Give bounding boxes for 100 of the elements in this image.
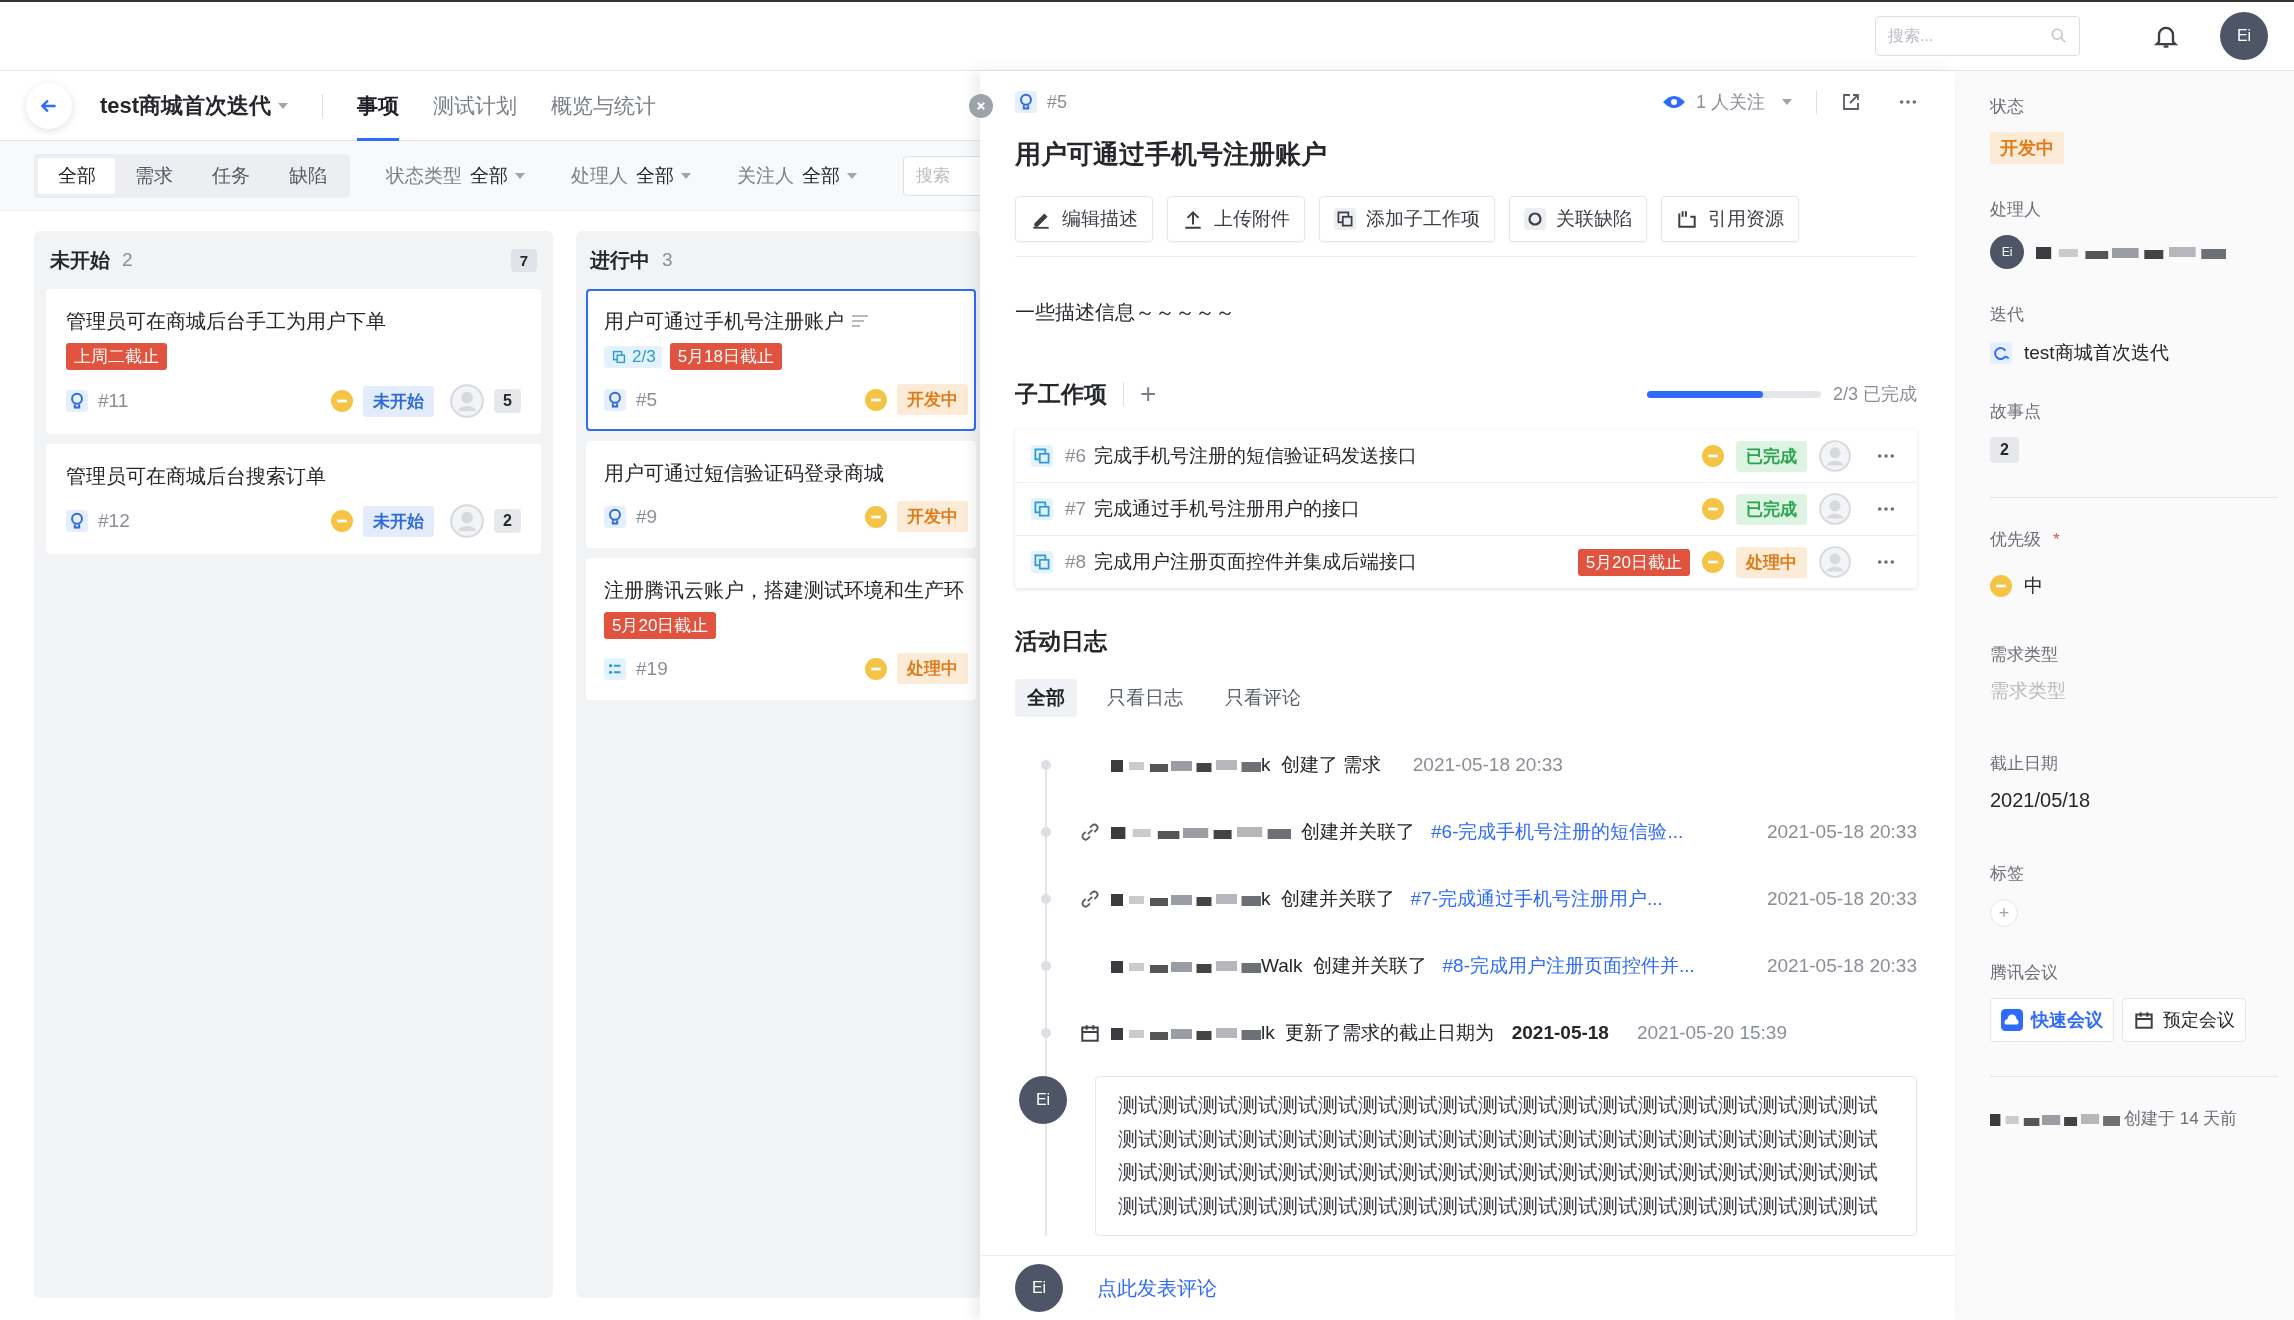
task-card[interactable]: 用户可通过手机号注册账户 2/3 5月18日截止 #5 开发中 xyxy=(586,289,976,431)
priority-icon xyxy=(331,390,354,412)
priority-icon xyxy=(1702,551,1724,573)
iteration-link[interactable]: test商城首次迭代 xyxy=(2024,340,2169,366)
task-card[interactable]: 注册腾讯云账户，搭建测试环境和生产环 5月20日截止 #19 处理中 xyxy=(586,558,976,700)
priority-icon xyxy=(1702,445,1724,467)
search-field[interactable]: 搜索... xyxy=(1875,16,2080,56)
field-label: 标签 xyxy=(1990,863,2024,885)
lightbulb-icon xyxy=(1015,91,1037,113)
card-title: 管理员可在商城后台手工为用户下单 xyxy=(66,309,386,334)
subtask-row[interactable]: #7 完成通过手机号注册用户的接口 已完成 xyxy=(1015,483,1917,536)
timestamp: 2021-05-18 20:33 xyxy=(1767,820,1917,843)
timestamp: 2021-05-18 20:33 xyxy=(1767,887,1917,910)
subtask-title: 完成用户注册页面控件并集成后端接口 xyxy=(1094,550,1418,574)
deadline-tag: 上周二截止 xyxy=(66,343,167,370)
action-button[interactable]: 添加子工作项 xyxy=(1319,196,1495,242)
iteration-icon xyxy=(1990,342,2012,364)
user-avatar[interactable]: Ei xyxy=(2220,12,2268,60)
status-tag: 处理中 xyxy=(1736,546,1807,578)
type-field[interactable]: 需求类型 xyxy=(1990,680,2190,702)
filter-label: 关注人 xyxy=(737,163,794,188)
user-name: k xyxy=(1261,887,1271,910)
subtask-row[interactable]: #8 完成用户注册页面控件并集成后端接口 5月20日截止 处理中 xyxy=(1015,536,1917,588)
item-title: 用户可通过手机号注册账户 xyxy=(1015,138,1328,171)
meeting-button[interactable]: 预定会议 xyxy=(2122,998,2246,1042)
subtask-icon xyxy=(1334,208,1356,230)
activity-text: 创建了 需求 xyxy=(1280,752,1381,777)
user-avatar: Ei xyxy=(1015,1264,1063,1312)
type-tab[interactable]: 全部 xyxy=(38,157,115,194)
comment-link[interactable]: 点此发表评论 xyxy=(1097,1274,1217,1302)
subtask-id: #6 xyxy=(1065,445,1087,467)
item-id: #5 xyxy=(1047,91,1068,113)
column-title: 未开始 xyxy=(50,247,110,273)
ring-icon xyxy=(1524,208,1546,230)
subtask-row[interactable]: #6 完成手机号注册的短信验证码发送接口 已完成 xyxy=(1015,430,1917,483)
item-link[interactable]: #8-完成用户注册页面控件并... xyxy=(1442,952,1695,979)
user-name: k xyxy=(1261,753,1271,776)
action-button[interactable]: 编辑描述 xyxy=(1015,196,1153,242)
filter-dropdown[interactable]: 全部 xyxy=(636,162,674,189)
card-title: 管理员可在商城后台搜索订单 xyxy=(66,464,326,489)
more-icon[interactable] xyxy=(1877,559,1895,565)
action-button[interactable]: 关联缺陷 xyxy=(1509,196,1647,242)
task-card[interactable]: 管理员可在商城后台搜索订单 #12 未开始 2 xyxy=(46,444,541,554)
more-icon[interactable] xyxy=(1877,506,1895,512)
field-label: 截止日期 xyxy=(1990,753,2058,775)
add-button[interactable]: + xyxy=(1140,380,1157,408)
type-tab[interactable]: 需求 xyxy=(115,157,192,194)
quote-icon xyxy=(1676,208,1698,230)
filter-dropdown[interactable]: 全部 xyxy=(470,162,508,189)
task-card[interactable]: 管理员可在商城后台手工为用户下单 上周二截止 #11 未开始 5 xyxy=(46,289,541,434)
priority-icon xyxy=(331,510,354,532)
comment-count: 2 xyxy=(494,509,521,533)
type-tab[interactable]: 缺陷 xyxy=(269,157,346,194)
meeting-button[interactable]: 快速会议 xyxy=(1990,998,2114,1042)
caret-icon xyxy=(1782,99,1792,105)
timestamp: 2021-05-20 15:39 xyxy=(1636,1021,1787,1044)
avatar-icon xyxy=(450,504,485,538)
subtask-icon xyxy=(1031,498,1053,520)
field-label: 腾讯会议 xyxy=(1990,962,2058,984)
timeline-dot xyxy=(1041,1027,1051,1038)
more-icon[interactable] xyxy=(1899,99,1917,105)
lightbulb-icon xyxy=(66,510,88,532)
action-button[interactable]: 引用资源 xyxy=(1661,196,1799,242)
deadline-value[interactable]: 2021/05/18 xyxy=(1990,789,2091,812)
timeline-dot xyxy=(1041,759,1051,770)
user-name: Walk xyxy=(1261,954,1303,977)
more-icon[interactable] xyxy=(1877,453,1895,459)
field-label: 优先级 xyxy=(1990,529,2041,551)
activity-tab[interactable]: 只看评论 xyxy=(1213,679,1313,717)
type-tab[interactable]: 任务 xyxy=(192,157,269,194)
column-count: 3 xyxy=(662,249,674,271)
task-card[interactable]: 用户可通过短信验证码登录商城 #9 开发中 xyxy=(586,441,976,548)
item-link[interactable]: #7-完成通过手机号注册用户... xyxy=(1410,885,1663,912)
priority-icon xyxy=(865,657,887,680)
action-button[interactable]: 上传附件 xyxy=(1167,196,1305,242)
story-points[interactable]: 2 xyxy=(1990,437,2019,463)
status-tag: 开发中 xyxy=(897,384,968,415)
nav-tab[interactable]: 概览与统计 xyxy=(551,71,657,141)
card-id: #9 xyxy=(636,505,658,528)
filter-dropdown[interactable]: 全部 xyxy=(802,162,840,189)
activity-tab[interactable]: 只看日志 xyxy=(1095,679,1195,717)
user-avatar: Ei xyxy=(1990,235,2024,269)
item-link[interactable]: #6-完成手机号注册的短信验... xyxy=(1431,818,1684,845)
status-tag: 已完成 xyxy=(1736,493,1807,525)
iteration-title[interactable]: test商城首次迭代 xyxy=(100,90,272,121)
subtask-title: 完成通过手机号注册用户的接口 xyxy=(1094,497,1361,521)
activity-text: 创建并关联了 xyxy=(1301,819,1415,844)
status-tag: 已完成 xyxy=(1736,440,1807,472)
activity-text: 创建并关联了 xyxy=(1312,953,1427,978)
timestamp: 2021-05-18 20:33 xyxy=(1767,954,1917,977)
search-field[interactable]: 搜索 xyxy=(903,155,980,196)
filter-label: 状态类型 xyxy=(386,163,462,188)
nav-tab[interactable]: 测试计划 xyxy=(433,71,518,141)
card-title: 用户可通过短信验证码登录商城 xyxy=(604,461,884,486)
deadline-tag: 5月20日截止 xyxy=(604,612,717,639)
status-tag: 未开始 xyxy=(363,505,435,537)
description-text: 一些描述信息～～～～～ xyxy=(1015,300,1236,325)
external-link-icon[interactable] xyxy=(1841,92,1861,112)
priority-value[interactable]: 中 xyxy=(2024,573,2043,599)
activity-tab[interactable]: 全部 xyxy=(1015,679,1077,717)
